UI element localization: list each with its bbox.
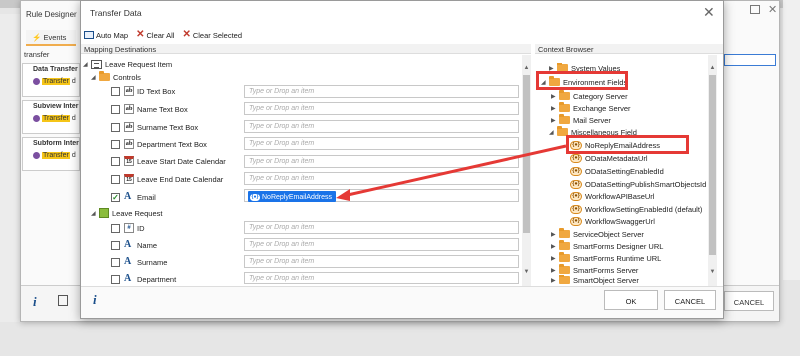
cancel-button[interactable]: CANCEL bbox=[664, 290, 716, 310]
info-icon[interactable]: i bbox=[93, 292, 97, 308]
arrow-head bbox=[336, 189, 350, 201]
ok-button[interactable]: OK bbox=[604, 290, 658, 310]
arrow-line bbox=[342, 144, 567, 198]
